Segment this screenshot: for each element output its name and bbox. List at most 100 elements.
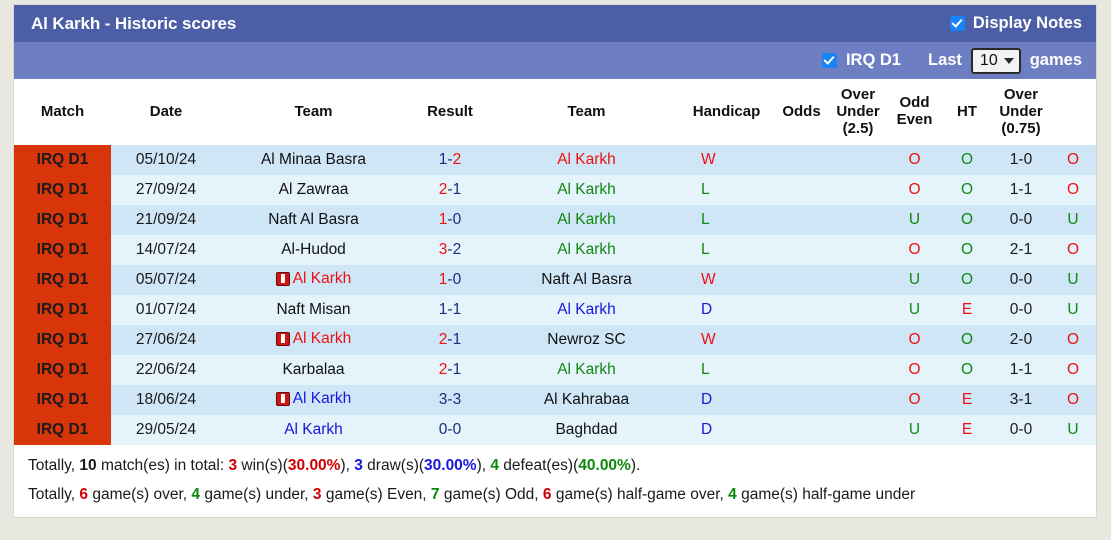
cell-away-team: Baghdad xyxy=(494,415,679,446)
team-name: Naft Misan xyxy=(276,301,351,319)
cell-ht: 1-0 xyxy=(992,145,1050,176)
col-home-team: Team xyxy=(221,79,406,146)
s1-p8: ). xyxy=(630,457,641,475)
cell-home-team: Al-Hudod xyxy=(221,235,406,266)
over-under-25-value: O xyxy=(908,331,921,349)
cell-odds xyxy=(829,175,887,206)
col-odds: Odds xyxy=(774,79,829,146)
cell-result: 1-1 xyxy=(406,295,494,326)
over-under-25-value: O xyxy=(908,391,921,409)
cell-over-under-25: O xyxy=(887,145,942,176)
cell-ht: 1-1 xyxy=(992,175,1050,206)
cell-result: 1-2 xyxy=(406,145,494,176)
result-letter: D xyxy=(701,301,713,319)
cell-odd-even: E xyxy=(942,415,992,446)
s1-defeats-pct: 40.00% xyxy=(578,457,631,475)
s2-under: 4 xyxy=(191,486,201,504)
cell-over-under-25: U xyxy=(887,295,942,326)
over-under-075-value: O xyxy=(1066,181,1080,199)
team-name: Karbalaa xyxy=(282,361,345,379)
team-name: Al Zawraa xyxy=(278,181,349,199)
score-away: 0 xyxy=(452,211,462,229)
table-row[interactable]: IRQ D1 27/06/24 Al Karkh 2-1 Newroz SC W O O 2-0… xyxy=(14,325,1096,356)
cell-away-team: Naft Al Basra xyxy=(494,265,679,296)
odd-even-value: E xyxy=(961,391,973,409)
s2-p3: game(s) under, xyxy=(200,486,313,504)
over-under-075-value: O xyxy=(1066,391,1080,409)
over-under-25-value: U xyxy=(908,421,921,439)
col-date: Date xyxy=(111,79,221,146)
over-under-25-value: O xyxy=(908,181,921,199)
cell-result: 2-1 xyxy=(406,175,494,206)
cell-odd-even: E xyxy=(942,295,992,326)
col-over-under-075: Over Under (0.75) xyxy=(992,79,1050,146)
table-row[interactable]: IRQ D1 05/10/24 Al Minaa Basra 1-2 Al Karkh W… xyxy=(14,145,1096,176)
table-row[interactable]: IRQ D1 22/06/24 Karbalaa 2-1 Al Karkh L O O 1-1 O xyxy=(14,355,1096,386)
cell-odd-even: O xyxy=(942,145,992,176)
display-notes-checkbox[interactable] xyxy=(949,16,965,31)
team-name: Al Karkh xyxy=(557,361,616,379)
cell-over-under-25: U xyxy=(887,415,942,446)
over-under-075-value: O xyxy=(1066,361,1080,379)
s1-draws: 3 xyxy=(354,457,363,475)
table-body: IRQ D1 05/10/24 Al Minaa Basra 1-2 Al Karkh W… xyxy=(14,145,1096,446)
table-row[interactable]: IRQ D1 18/06/24 Al Karkh 3-3 Al Kahrabaa D O E 3… xyxy=(14,385,1096,416)
cell-over-under-25: U xyxy=(887,205,942,236)
ht-score: 0-0 xyxy=(1009,421,1033,439)
league-filter-checkbox[interactable] xyxy=(821,53,837,68)
s1-p7: defeat(es)( xyxy=(499,457,579,475)
team-name: Al Karkh xyxy=(557,151,616,169)
team-name: Newroz SC xyxy=(547,331,626,349)
cell-over-under-075: U xyxy=(1050,415,1096,446)
panel-header: Al Karkh - Historic scores Display Notes xyxy=(14,5,1096,42)
table-row[interactable]: IRQ D1 21/09/24 Naft Al Basra 1-0 Al Karkh L U… xyxy=(14,205,1096,236)
over-under-25-value: U xyxy=(908,271,921,289)
team-name: Al Karkh xyxy=(292,269,352,287)
cell-league: IRQ D1 xyxy=(14,415,111,446)
cell-league: IRQ D1 xyxy=(14,205,111,236)
result-letter: W xyxy=(701,271,716,289)
result-letter: L xyxy=(701,241,710,259)
over-under-075-value: U xyxy=(1067,211,1079,229)
cell-date: 14/07/24 xyxy=(111,235,221,266)
cell-handicap xyxy=(774,325,829,356)
cell-home-team: Al Minaa Basra xyxy=(221,145,406,176)
last-games-select[interactable]: 10 xyxy=(970,47,1021,74)
cell-away-team: Newroz SC xyxy=(494,325,679,356)
cell-handicap xyxy=(774,295,829,326)
ht-score: 0-0 xyxy=(1009,211,1033,229)
cell-handicap xyxy=(774,145,829,176)
odd-even-value: O xyxy=(960,241,974,259)
cell-wld: W xyxy=(679,325,774,356)
cell-over-under-075: O xyxy=(1050,355,1096,386)
table-row[interactable]: IRQ D1 01/07/24 Naft Misan 1-1 Al Karkh D U E 0-… xyxy=(14,295,1096,326)
cell-handicap xyxy=(774,415,829,446)
cell-handicap xyxy=(774,265,829,296)
cell-odds xyxy=(829,205,887,236)
cell-handicap xyxy=(774,385,829,416)
col-match: Match xyxy=(14,79,111,146)
table-row[interactable]: IRQ D1 29/05/24 Al Karkh 0-0 Baghdad D U E 0-0 U xyxy=(14,415,1096,446)
table-row[interactable]: IRQ D1 14/07/24 Al-Hudod 3-2 Al Karkh L O O 2-1 O xyxy=(14,235,1096,266)
over-under-075-value: U xyxy=(1067,301,1079,319)
over-under-25-value: U xyxy=(908,301,921,319)
ht-score: 0-0 xyxy=(1009,301,1033,319)
score-away: 1 xyxy=(452,361,462,379)
cell-date: 05/07/24 xyxy=(111,265,221,296)
odd-even-value: O xyxy=(960,151,974,169)
cell-away-team: Al Karkh xyxy=(494,235,679,266)
league-filter-label: IRQ D1 xyxy=(845,51,901,69)
historic-scores-table: Match Date Team Result Team Handicap Odd… xyxy=(14,79,1096,446)
cell-over-under-075: O xyxy=(1050,325,1096,356)
table-row[interactable]: IRQ D1 05/07/24 Al Karkh 1-0 Naft Al Basra W U… xyxy=(14,265,1096,296)
col-over-under-075-line2: Under xyxy=(999,102,1043,120)
cell-odds xyxy=(829,385,887,416)
table-row[interactable]: IRQ D1 27/09/24 Al Zawraa 2-1 Al Karkh L O O 1-1… xyxy=(14,175,1096,206)
odd-even-value: O xyxy=(960,361,974,379)
col-result: Result xyxy=(406,79,494,146)
chevron-down-icon xyxy=(1003,57,1014,64)
team-name: Al Karkh xyxy=(292,329,352,347)
over-under-25-value: O xyxy=(908,361,921,379)
team-name: Al Karkh xyxy=(557,181,616,199)
col-away-team: Team xyxy=(494,79,679,146)
